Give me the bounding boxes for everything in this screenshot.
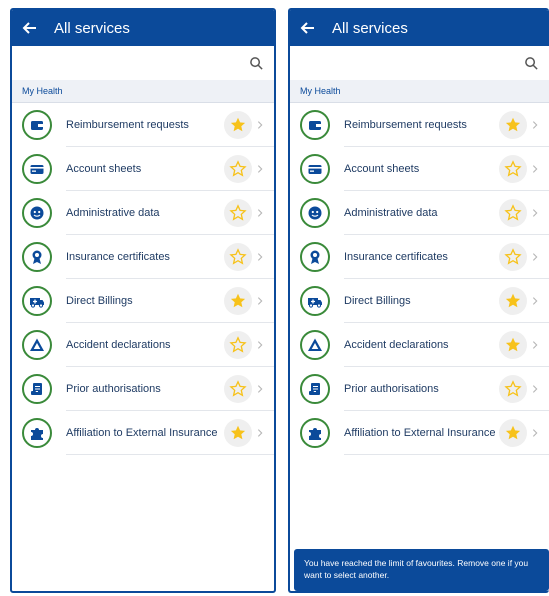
wallet-icon — [22, 110, 52, 140]
chevron-right-icon — [529, 427, 541, 439]
award-icon — [300, 242, 330, 272]
star-outline-icon[interactable] — [224, 331, 252, 359]
service-item-label: Affiliation to External Insurance — [66, 427, 218, 439]
chevron-right-icon — [529, 251, 541, 263]
back-arrow-icon[interactable] — [300, 20, 316, 36]
chevron-right-icon — [529, 295, 541, 307]
service-item-label: Insurance certificates — [66, 251, 170, 263]
star-filled-icon[interactable] — [499, 331, 527, 359]
star-outline-icon[interactable] — [224, 155, 252, 183]
star-filled-icon[interactable] — [499, 287, 527, 315]
service-list: Reimbursement requests Account sheets Admi… — [290, 103, 549, 455]
section-header-my-health: My Health — [290, 80, 549, 103]
service-item-label: Administrative data — [344, 207, 438, 219]
chevron-right-icon — [254, 295, 266, 307]
chevron-right-icon — [254, 163, 266, 175]
service-item[interactable]: Prior authorisations — [12, 367, 274, 411]
star-filled-icon[interactable] — [224, 287, 252, 315]
app-header: All services — [290, 10, 549, 46]
section-header-my-health: My Health — [12, 80, 274, 103]
star-outline-icon[interactable] — [224, 243, 252, 271]
service-item-label: Affiliation to External Insurance — [344, 427, 496, 439]
service-item-label: Account sheets — [344, 163, 420, 175]
service-item[interactable]: Administrative data — [290, 191, 549, 235]
service-item-label: Insurance certificates — [344, 251, 448, 263]
divider — [66, 454, 274, 455]
chevron-right-icon — [529, 119, 541, 131]
service-item[interactable]: Reimbursement requests — [12, 103, 274, 147]
service-item-label: Prior authorisations — [66, 383, 161, 395]
face-icon — [300, 198, 330, 228]
card-icon — [300, 154, 330, 184]
services-screen-right: All services My Health Reimbursement req… — [288, 8, 549, 593]
chevron-right-icon — [529, 383, 541, 395]
page-title: All services — [332, 19, 408, 37]
services-screen-left: All services My Health Reimbursement req… — [10, 8, 276, 593]
document-icon — [300, 374, 330, 404]
search-row — [290, 46, 549, 80]
chevron-right-icon — [529, 163, 541, 175]
chevron-right-icon — [254, 427, 266, 439]
chevron-right-icon — [254, 339, 266, 351]
document-icon — [22, 374, 52, 404]
service-item-label: Reimbursement requests — [66, 119, 189, 131]
star-outline-icon[interactable] — [499, 375, 527, 403]
chevron-right-icon — [254, 383, 266, 395]
service-item[interactable]: Prior authorisations — [290, 367, 549, 411]
award-icon — [22, 242, 52, 272]
chevron-right-icon — [254, 119, 266, 131]
star-outline-icon[interactable] — [499, 243, 527, 271]
service-item[interactable]: Accident declarations — [290, 323, 549, 367]
warning-triangle-icon — [22, 330, 52, 360]
star-filled-icon[interactable] — [224, 111, 252, 139]
warning-triangle-icon — [300, 330, 330, 360]
star-outline-icon[interactable] — [224, 375, 252, 403]
wallet-icon — [300, 110, 330, 140]
service-item[interactable]: Account sheets — [12, 147, 274, 191]
app-header: All services — [12, 10, 274, 46]
ambulance-icon — [22, 286, 52, 316]
puzzle-icon — [22, 418, 52, 448]
service-item-label: Administrative data — [66, 207, 160, 219]
puzzle-icon — [300, 418, 330, 448]
service-item-label: Prior authorisations — [344, 383, 439, 395]
service-item[interactable]: Direct Billings — [12, 279, 274, 323]
back-arrow-icon[interactable] — [22, 20, 38, 36]
service-list: Reimbursement requests Account sheets Admi… — [12, 103, 274, 455]
service-item[interactable]: Reimbursement requests — [290, 103, 549, 147]
service-item[interactable]: Insurance certificates — [290, 235, 549, 279]
service-item[interactable]: Accident declarations — [12, 323, 274, 367]
service-item[interactable]: Account sheets — [290, 147, 549, 191]
chevron-right-icon — [254, 207, 266, 219]
star-filled-icon[interactable] — [499, 419, 527, 447]
favourites-limit-toast: You have reached the limit of favourites… — [294, 549, 549, 591]
star-filled-icon[interactable] — [224, 419, 252, 447]
service-item[interactable]: Administrative data — [12, 191, 274, 235]
card-icon — [22, 154, 52, 184]
service-item-label: Accident declarations — [66, 339, 171, 351]
search-row — [12, 46, 274, 80]
divider — [344, 454, 549, 455]
service-item-label: Reimbursement requests — [344, 119, 467, 131]
star-outline-icon[interactable] — [499, 155, 527, 183]
service-item-label: Direct Billings — [344, 295, 411, 307]
search-icon[interactable] — [249, 56, 264, 71]
chevron-right-icon — [529, 339, 541, 351]
service-item[interactable]: Affiliation to External Insurance — [290, 411, 549, 455]
chevron-right-icon — [529, 207, 541, 219]
page-title: All services — [54, 19, 130, 37]
service-item[interactable]: Affiliation to External Insurance — [12, 411, 274, 455]
ambulance-icon — [300, 286, 330, 316]
service-item-label: Account sheets — [66, 163, 142, 175]
chevron-right-icon — [254, 251, 266, 263]
service-item[interactable]: Insurance certificates — [12, 235, 274, 279]
star-outline-icon[interactable] — [499, 199, 527, 227]
star-filled-icon[interactable] — [499, 111, 527, 139]
service-item-label: Accident declarations — [344, 339, 449, 351]
service-item[interactable]: Direct Billings — [290, 279, 549, 323]
service-item-label: Direct Billings — [66, 295, 133, 307]
star-outline-icon[interactable] — [224, 199, 252, 227]
search-icon[interactable] — [524, 56, 539, 71]
face-icon — [22, 198, 52, 228]
